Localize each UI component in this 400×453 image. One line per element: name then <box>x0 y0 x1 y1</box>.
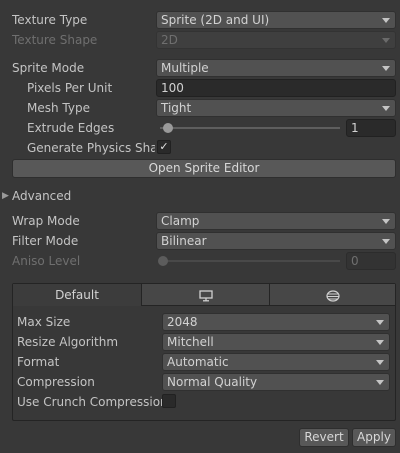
chevron-down-icon <box>382 38 390 43</box>
sprite-mode-dropdown[interactable]: Multiple <box>156 59 396 77</box>
crunch-compression-label: Use Crunch Compression <box>17 395 162 409</box>
aniso-level-label: Aniso Level <box>12 254 81 268</box>
filter-mode-dropdown[interactable]: Bilinear <box>156 232 396 250</box>
crunch-compression-checkbox[interactable] <box>162 394 176 408</box>
monitor-icon <box>198 289 213 301</box>
foldout-arrow-icon[interactable]: ▶ <box>2 186 9 206</box>
chevron-down-icon <box>376 380 384 385</box>
crunch-compression-row: Use Crunch Compression <box>13 392 395 412</box>
mesh-type-value: Tight <box>161 101 192 115</box>
sprite-mode-row: Sprite Mode Multiple <box>0 58 400 78</box>
filter-mode-row: Filter Mode Bilinear <box>0 231 400 251</box>
generate-physics-shape-label: Generate Physics Shape <box>27 141 155 155</box>
aniso-level-slider-track <box>160 260 340 262</box>
resize-algorithm-dropdown[interactable]: Mitchell <box>162 333 390 351</box>
max-size-row: Max Size 2048 <box>13 312 395 332</box>
chevron-down-icon <box>376 320 384 325</box>
sprite-mode-label: Sprite Mode <box>12 61 85 75</box>
format-row: Format Automatic <box>13 352 395 372</box>
chevron-down-icon <box>382 66 390 71</box>
extrude-edges-slider-track[interactable] <box>160 127 340 129</box>
compression-label: Compression <box>17 375 95 389</box>
tab-default[interactable]: Default <box>13 284 141 306</box>
texture-type-dropdown[interactable]: Sprite (2D and UI) <box>156 11 396 29</box>
chevron-down-icon <box>382 18 390 23</box>
texture-shape-dropdown: 2D <box>156 31 396 49</box>
chevron-down-icon <box>376 340 384 345</box>
filter-mode-label: Filter Mode <box>12 234 79 248</box>
sprite-mode-value: Multiple <box>161 61 209 75</box>
advanced-foldout[interactable]: ▶ Advanced <box>0 186 400 206</box>
chevron-down-icon <box>382 106 390 111</box>
generate-physics-shape-row: Generate Physics Shape ✓ <box>0 138 400 158</box>
pixels-per-unit-field[interactable]: 100 <box>156 79 396 97</box>
aniso-level-slider-thumb <box>158 256 168 266</box>
chevron-down-icon <box>382 239 390 244</box>
extrude-edges-field[interactable]: 1 <box>346 119 396 137</box>
pixels-per-unit-label: Pixels Per Unit <box>27 81 113 95</box>
compression-dropdown[interactable]: Normal Quality <box>162 373 390 391</box>
resize-algorithm-label: Resize Algorithm <box>17 335 119 349</box>
tab-standalone[interactable] <box>141 284 269 306</box>
format-value: Automatic <box>167 355 229 369</box>
compression-value: Normal Quality <box>167 375 258 389</box>
generate-physics-shape-checkbox[interactable]: ✓ <box>157 140 171 154</box>
aniso-level-row: Aniso Level 0 <box>0 251 400 271</box>
wrap-mode-row: Wrap Mode Clamp <box>0 211 400 231</box>
texture-shape-label: Texture Shape <box>12 33 98 47</box>
texture-shape-value: 2D <box>161 33 178 47</box>
wrap-mode-value: Clamp <box>161 214 200 228</box>
texture-type-row: Texture Type Sprite (2D and UI) <box>0 10 400 30</box>
resize-algorithm-value: Mitchell <box>167 335 214 349</box>
checkmark-icon: ✓ <box>159 140 169 153</box>
compression-row: Compression Normal Quality <box>13 372 395 392</box>
mesh-type-dropdown[interactable]: Tight <box>156 99 396 117</box>
wrap-mode-label: Wrap Mode <box>12 214 80 228</box>
platform-settings-panel: Default Max Size 2048 Resize Algorithm M… <box>12 283 396 421</box>
apply-button[interactable]: Apply <box>352 428 396 447</box>
web-platform-icon <box>325 289 340 302</box>
texture-type-value: Sprite (2D and UI) <box>161 13 270 27</box>
wrap-mode-dropdown[interactable]: Clamp <box>156 212 396 230</box>
advanced-label: Advanced <box>12 189 72 203</box>
max-size-value: 2048 <box>167 315 198 329</box>
extrude-edges-slider-thumb[interactable] <box>163 123 173 133</box>
chevron-down-icon <box>376 360 384 365</box>
resize-algorithm-row: Resize Algorithm Mitchell <box>13 332 395 352</box>
revert-button[interactable]: Revert <box>299 428 349 447</box>
mesh-type-row: Mesh Type Tight <box>0 98 400 118</box>
filter-mode-value: Bilinear <box>161 234 207 248</box>
aniso-level-field: 0 <box>346 252 396 270</box>
chevron-down-icon <box>382 219 390 224</box>
open-sprite-editor-button[interactable]: Open Sprite Editor <box>12 159 396 178</box>
format-label: Format <box>17 355 60 369</box>
mesh-type-label: Mesh Type <box>27 101 90 115</box>
texture-shape-row: Texture Shape 2D <box>0 30 400 50</box>
tab-webgl[interactable] <box>269 284 395 306</box>
pixels-per-unit-row: Pixels Per Unit 100 <box>0 78 400 98</box>
format-dropdown[interactable]: Automatic <box>162 353 390 371</box>
max-size-dropdown[interactable]: 2048 <box>162 313 390 331</box>
max-size-label: Max Size <box>17 315 71 329</box>
extrude-edges-row: Extrude Edges 1 <box>0 118 400 138</box>
extrude-edges-label: Extrude Edges <box>27 121 115 135</box>
texture-type-label: Texture Type <box>12 13 88 27</box>
